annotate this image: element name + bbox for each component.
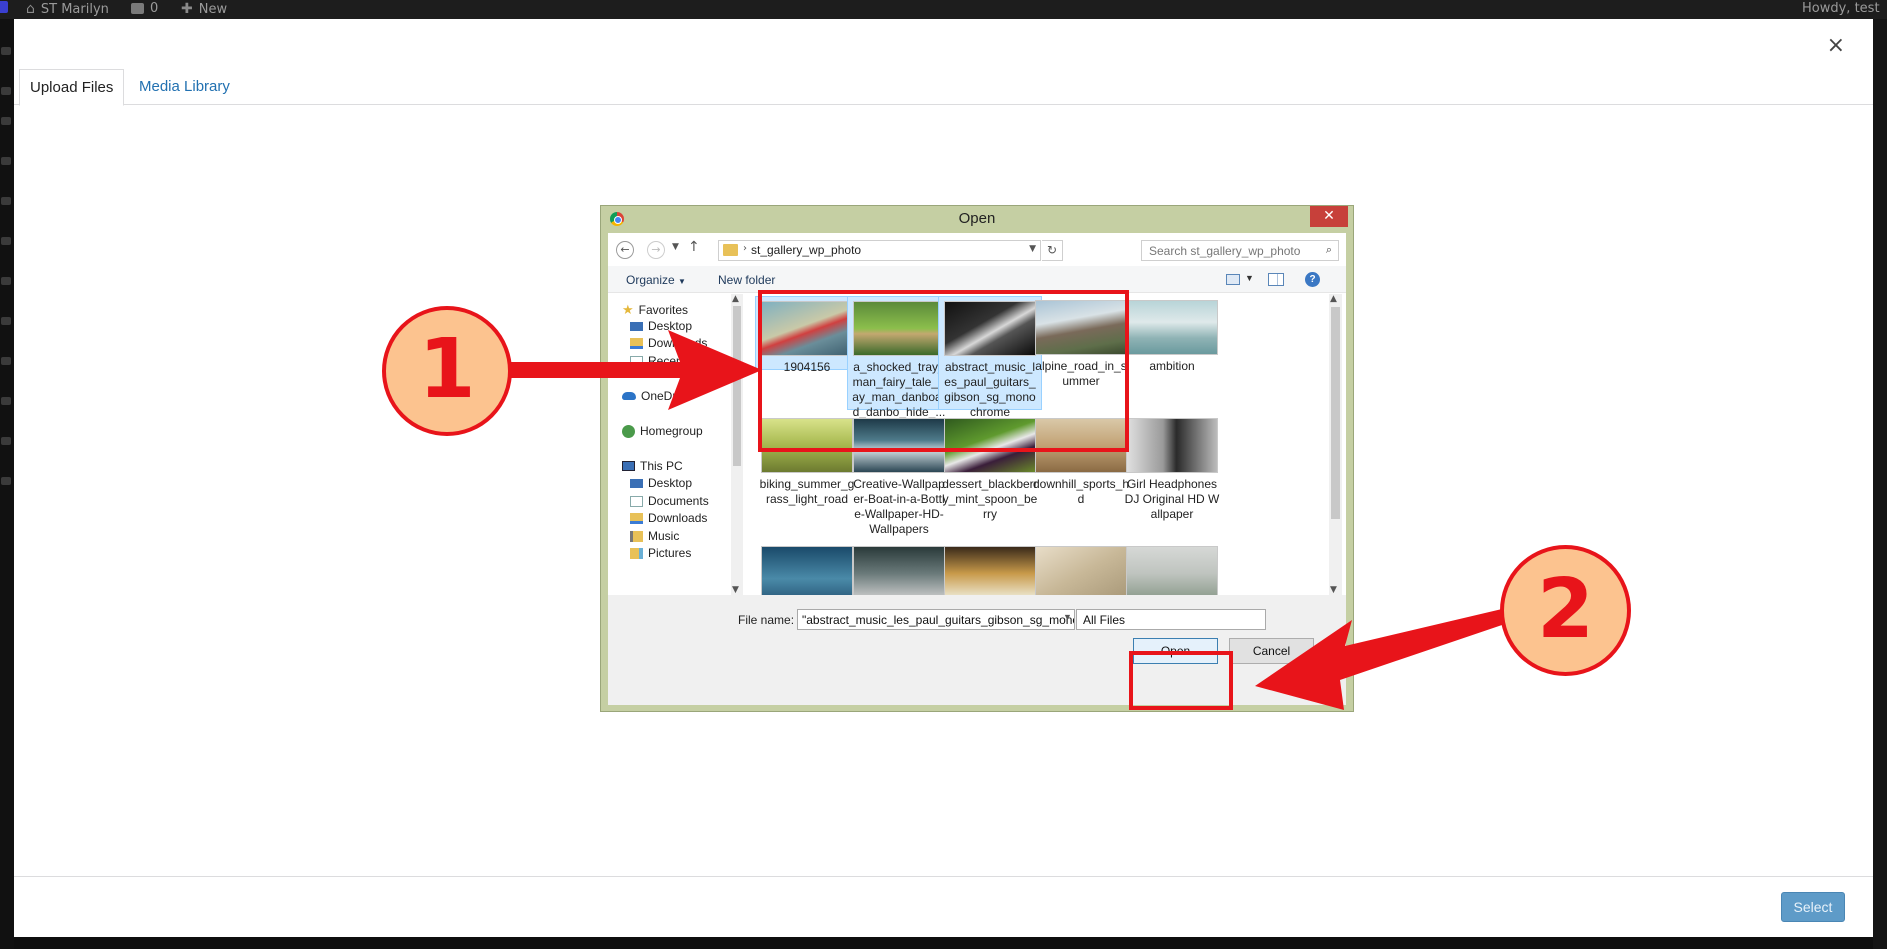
open-button-highlight-box	[1129, 651, 1233, 710]
step-1-badge: 1	[382, 306, 512, 436]
annotation-arrows	[506, 330, 1502, 710]
screen: ⌂ ST Marilyn 0 ✚ New Howdy, test × Uploa…	[0, 0, 1887, 949]
step-2-badge: 2	[1500, 545, 1631, 676]
files-highlight-box	[758, 290, 1129, 452]
arrow-1-icon	[506, 330, 762, 410]
arrow-2-icon	[1255, 609, 1502, 710]
